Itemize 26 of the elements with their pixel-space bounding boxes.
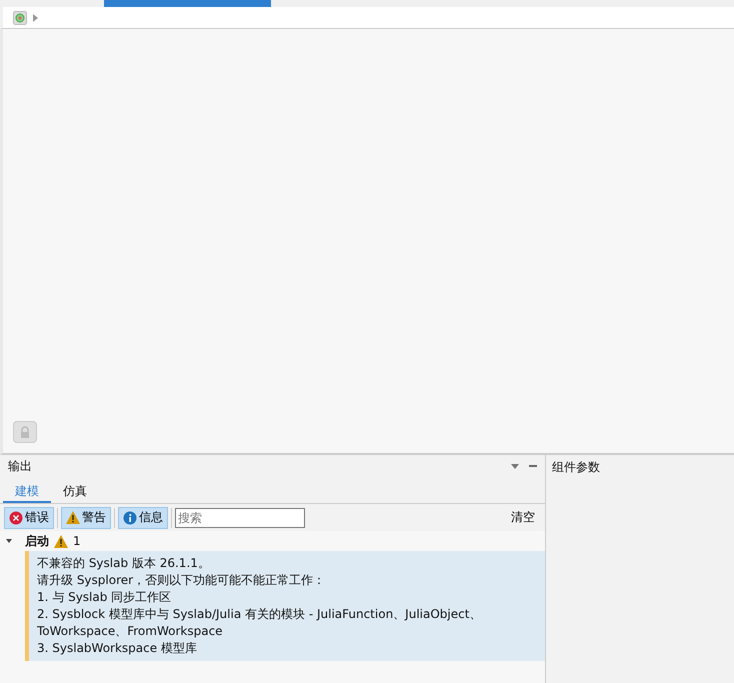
info-icon — [123, 510, 137, 524]
filter-button[interactable]: 警告 — [61, 506, 111, 528]
warning-count: 1 — [73, 534, 81, 548]
message-line: 1. 与 Syslab 同步工作区 — [37, 589, 172, 606]
clear-button[interactable]: 清空 — [505, 509, 541, 526]
panel-title: 输出 — [8, 458, 33, 474]
panel-title: 组件参数 — [552, 460, 600, 474]
error-icon — [9, 510, 23, 524]
group-title: 启动 — [25, 532, 49, 550]
message-line: 不兼容的 Syslab 版本 26.1.1。 — [37, 555, 211, 572]
filter-button[interactable]: 错误 — [4, 506, 54, 528]
model-icon[interactable] — [13, 10, 27, 24]
lock-icon — [19, 426, 31, 438]
breadcrumb-arrow-icon[interactable] — [33, 14, 38, 22]
message-line: 2. Sysblock 模型库中与 Syslab/Julia 有关的模块 - JuliaFunction、JuliaObject、ToWorkspace、FromWorkspace — [37, 606, 482, 640]
message-line: 3. SyslabWorkspace 模型库 — [37, 640, 198, 657]
tab[interactable]: 建模 — [3, 477, 51, 503]
warning-icon — [66, 511, 80, 524]
search-field[interactable]: 搜索 — [175, 508, 305, 528]
expand-arrow-icon[interactable] — [6, 539, 12, 543]
tab[interactable]: 仿真 — [51, 477, 99, 503]
warning-icon — [54, 534, 68, 548]
dropdown-icon[interactable] — [511, 464, 519, 468]
filter-button[interactable]: 信息 — [118, 506, 168, 528]
message-line: 请升级 Sysplorer，否则以下功能可能不能正常工作： — [37, 572, 326, 589]
lock-button[interactable] — [13, 421, 37, 443]
